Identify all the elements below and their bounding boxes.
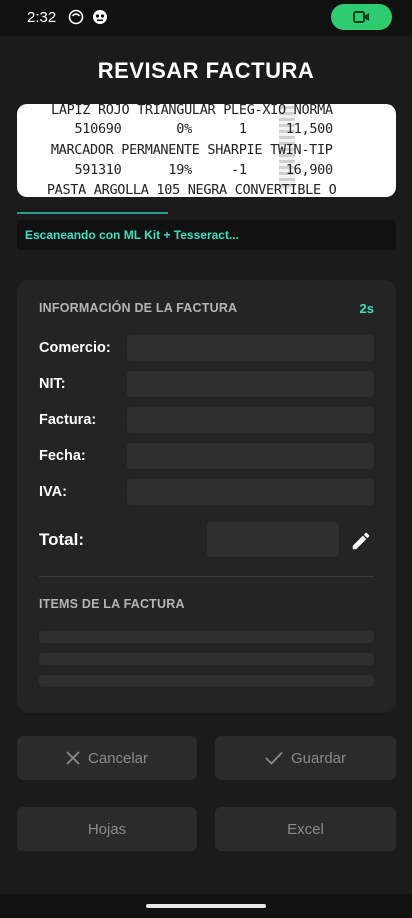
merchant-field[interactable]: [127, 335, 374, 361]
receipt-line: 591310 19% -1 16,900: [51, 162, 333, 178]
cancel-button[interactable]: Cancelar: [17, 736, 197, 780]
receipt-line: LAPIZ ROJO TRIANGULAR PLEG-XIO NORMA: [51, 104, 333, 118]
item-placeholder: [39, 631, 374, 643]
excel-button[interactable]: Excel: [215, 807, 396, 851]
receipt-image: LAPIZ ROJO TRIANGULAR PLEG-XIO NORMA 510…: [17, 104, 396, 197]
app-icon: [93, 10, 107, 24]
scan-status-banner: Escaneando con ML Kit + Tesseract...: [17, 220, 396, 250]
invoice-info-card: INFORMACIÓN DE LA FACTURA 2s Comercio: N…: [17, 280, 396, 713]
date-field[interactable]: [127, 443, 374, 469]
navigation-bar: [0, 894, 412, 918]
scan-progress-bar: [17, 212, 168, 214]
scan-status-text: Escaneando con ML Kit + Tesseract...: [25, 228, 239, 242]
status-time: 2:32: [27, 9, 57, 26]
check-icon: [265, 751, 283, 765]
total-field[interactable]: [207, 522, 339, 557]
receipt-line: MARCADOR PERMANENTE SHARPIE TWIN-TIP: [43, 142, 333, 158]
section-divider: [39, 576, 374, 577]
excel-button-label: Excel: [287, 820, 324, 838]
video-camera-pill[interactable]: [331, 4, 392, 30]
sheets-button-label: Hojas: [87, 820, 127, 838]
iva-field[interactable]: [127, 479, 374, 505]
save-button-label: Guardar: [290, 749, 347, 767]
scan-timer: 2s: [359, 301, 374, 316]
status-bar: 2:32: [0, 0, 412, 36]
cancel-button-label: Cancelar: [87, 749, 149, 767]
video-camera-icon: [353, 11, 369, 23]
receipt-line: 510690 0% 1 11,500: [51, 121, 333, 137]
invoice-section-title: INFORMACIÓN DE LA FACTURA: [39, 301, 238, 315]
home-gesture-handle[interactable]: [146, 904, 266, 908]
pencil-icon[interactable]: [350, 530, 372, 552]
page-title: REVISAR FACTURA: [97, 58, 315, 83]
invoice-number-label: Factura:: [39, 412, 97, 428]
items-section-title: ITEMS DE LA FACTURA: [39, 597, 185, 611]
item-placeholder: [39, 675, 374, 687]
merchant-label: Comercio:: [39, 340, 111, 356]
notification-icon: [68, 9, 84, 25]
sheets-button[interactable]: Hojas: [17, 807, 197, 851]
close-icon: [66, 751, 80, 765]
nit-label: NIT:: [39, 376, 66, 392]
invoice-number-field[interactable]: [127, 407, 374, 433]
receipt-line: PASTA ARGOLLA 105 NEGRA CONVERTIBLE O: [39, 182, 337, 197]
date-label: Fecha:: [39, 448, 86, 464]
item-placeholder: [39, 653, 374, 665]
save-button[interactable]: Guardar: [215, 736, 396, 780]
total-label: Total:: [39, 530, 85, 549]
nit-field[interactable]: [127, 371, 374, 397]
iva-label: IVA:: [39, 484, 67, 500]
